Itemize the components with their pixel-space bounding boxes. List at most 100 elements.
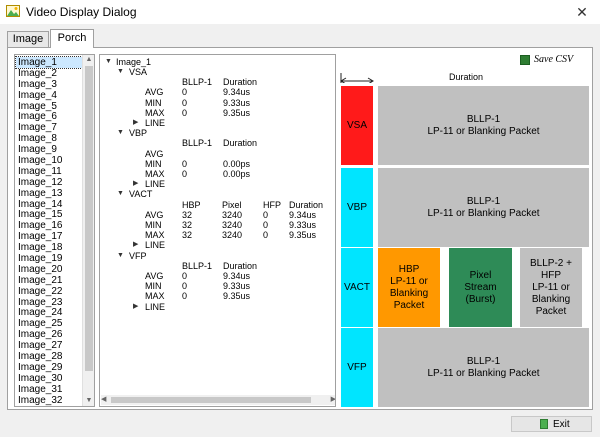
tree-row-value: 0 — [263, 230, 269, 241]
collapse-icon[interactable]: ▼ — [117, 251, 124, 261]
list-item[interactable]: Image_11 — [16, 166, 84, 177]
list-item[interactable]: Image_15 — [16, 209, 84, 221]
tab-image[interactable]: Image — [7, 31, 49, 47]
list-item[interactable]: Image_5 — [16, 101, 84, 112]
list-item[interactable]: Image_12 — [16, 177, 84, 188]
tree-column-header: Duration — [289, 199, 324, 210]
vact-box-2: BLLP-2 + HFP LP-11 or Blanking Packet — [520, 248, 582, 327]
row-label-vsa: VSA — [341, 86, 373, 165]
tree-row-value: 9.34us — [223, 87, 251, 98]
expand-icon[interactable]: ▶ — [133, 118, 138, 128]
list-item[interactable]: Image_31 — [16, 384, 84, 395]
tree-row-value: 9.33us — [223, 281, 251, 292]
list-item[interactable]: Image_27 — [16, 340, 84, 351]
tree-group-label[interactable]: VFP — [129, 251, 147, 261]
box-text: Packet — [393, 299, 425, 311]
close-icon[interactable]: ✕ — [572, 2, 592, 22]
collapse-icon[interactable]: ▼ — [117, 189, 124, 199]
list-item[interactable]: Image_13 — [16, 188, 84, 199]
list-item[interactable]: Image_24 — [16, 307, 84, 319]
scroll-right-icon[interactable]: ▶ — [331, 395, 335, 403]
list-item[interactable]: Image_14 — [16, 199, 84, 210]
tree-column-header: Duration — [223, 77, 258, 88]
exit-door-icon — [540, 419, 548, 429]
list-item[interactable]: Image_19 — [16, 253, 84, 264]
list-item[interactable]: Image_9 — [16, 144, 84, 155]
list-item[interactable]: Image_25 — [16, 318, 84, 329]
list-item[interactable]: Image_21 — [16, 275, 84, 286]
tree-line-node[interactable]: LINE — [145, 118, 165, 128]
scroll-up-icon[interactable]: ▲ — [83, 55, 94, 65]
box-text: Blanking — [389, 287, 429, 299]
list-item[interactable]: Image_30 — [16, 373, 84, 384]
tree-line-node[interactable]: LINE — [145, 179, 165, 189]
tree-row-label: MIN — [145, 281, 162, 292]
tree-column-header: Duration — [223, 138, 258, 149]
list-item[interactable]: Image_22 — [16, 286, 84, 297]
tree-row-value: 0 — [182, 281, 188, 292]
tree-hscrollbar[interactable]: ◀ ▶ — [101, 395, 335, 405]
list-item[interactable]: Image_18 — [16, 242, 84, 253]
list-item[interactable]: Image_10 — [16, 155, 84, 166]
tree-row-value: 3240 — [222, 230, 243, 241]
list-item[interactable]: Image_2 — [16, 68, 84, 79]
tree-row-label: AVG — [145, 148, 164, 159]
tree-row-label: MIN — [145, 220, 162, 230]
collapse-icon[interactable]: ▼ — [117, 67, 124, 77]
duration-label: Duration — [448, 72, 484, 82]
scrollbar-thumb[interactable] — [111, 397, 311, 403]
list-item[interactable]: Image_16 — [16, 220, 84, 231]
tree-row-value: 0 — [182, 87, 188, 98]
tree-row-value: 0 — [263, 220, 269, 230]
tree-group-label[interactable]: VSA — [129, 67, 147, 77]
tree-row-label: MAX — [145, 230, 165, 241]
list-item[interactable]: Image_26 — [16, 329, 84, 340]
list-item[interactable]: Image_20 — [16, 264, 84, 275]
list-item[interactable]: Image_23 — [16, 297, 84, 308]
tree-row-label: AVG — [145, 271, 164, 281]
tree-row-value: 0 — [182, 97, 188, 108]
scrollbar-thumb[interactable] — [85, 66, 93, 371]
image-list[interactable]: Image_1 Image_2 Image_3 Image_4 Image_5 Image… — [14, 54, 95, 407]
list-item[interactable]: Image_6 — [16, 111, 84, 123]
list-item[interactable]: Image_29 — [16, 362, 84, 373]
expand-icon[interactable]: ▶ — [133, 179, 138, 189]
tree-row-value: 3240 — [222, 220, 243, 230]
tree-row-label: AVG — [145, 209, 164, 220]
box-text: LP-11 or Blanking Packet — [427, 367, 540, 379]
box-text: Stream (Burst) — [464, 281, 497, 305]
tree-row-value: 9.33us — [289, 220, 317, 230]
tree-row-label: AVG — [145, 87, 164, 98]
list-item[interactable]: Image_28 — [16, 351, 84, 362]
collapse-icon[interactable]: ▼ — [117, 128, 124, 138]
tree-row-label: MIN — [145, 97, 162, 108]
box-text: BLLP-2 + HFP — [530, 257, 572, 281]
tree-line-node[interactable]: LINE — [145, 240, 165, 250]
tree-group-label[interactable]: VACT — [129, 189, 152, 199]
tab-porch[interactable]: Porch — [50, 29, 94, 48]
tree-line-node[interactable]: LINE — [145, 302, 165, 312]
scroll-down-icon[interactable]: ▼ — [83, 396, 94, 406]
box-text: Pixel — [469, 269, 492, 281]
list-item[interactable]: Image_7 — [16, 122, 84, 133]
blanking-box: BLLP-1 LP-11 or Blanking Packet — [378, 168, 589, 247]
list-item[interactable]: Image_32 — [16, 395, 84, 406]
collapse-icon[interactable]: ▼ — [105, 57, 112, 67]
list-item[interactable]: Image_8 — [16, 133, 84, 144]
box-text: LP-11 or Blanking Packet — [427, 207, 540, 219]
picture-icon — [6, 5, 20, 17]
tree-root-label[interactable]: Image_1 — [116, 57, 151, 67]
expand-icon[interactable]: ▶ — [133, 302, 138, 312]
list-item[interactable]: Image_1 — [15, 56, 85, 69]
list-scrollbar[interactable]: ▲ ▼ — [82, 55, 94, 406]
box-text: HBP — [398, 263, 420, 275]
list-item[interactable]: Image_4 — [16, 90, 84, 101]
expand-icon[interactable]: ▶ — [133, 240, 138, 250]
exit-button[interactable]: Exit — [511, 416, 592, 432]
list-item[interactable]: Image_17 — [16, 231, 84, 242]
tree-row-value: 9.35us — [223, 291, 251, 302]
save-csv-button[interactable]: Save CSV — [520, 54, 576, 68]
tree-group-label[interactable]: VBP — [129, 128, 147, 138]
scroll-left-icon[interactable]: ◀ — [101, 395, 106, 403]
list-item[interactable]: Image_3 — [16, 79, 84, 90]
